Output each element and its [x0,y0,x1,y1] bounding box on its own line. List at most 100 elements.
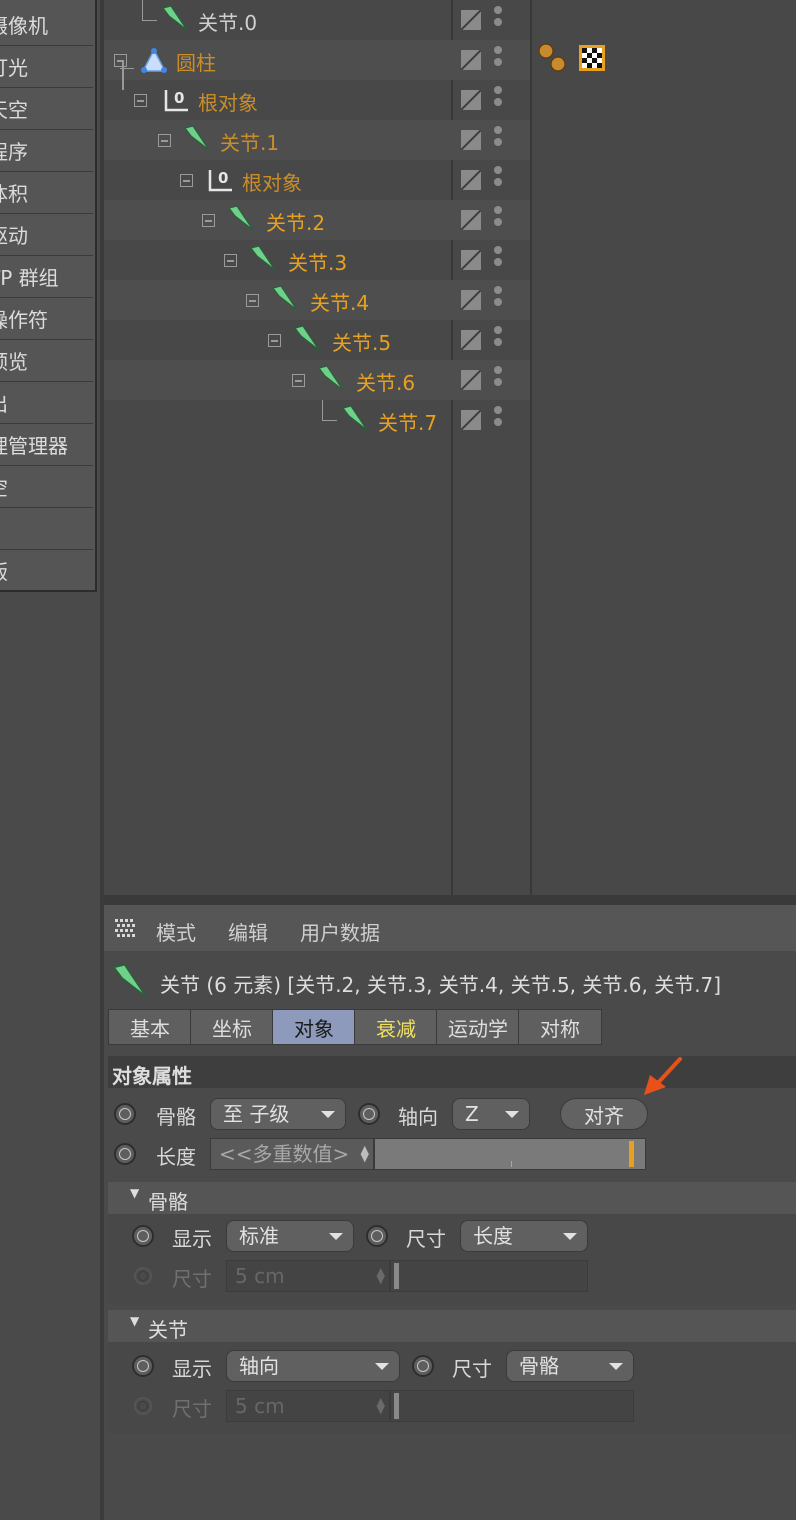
joint-icon [271,285,298,311]
bone-size-dropdown[interactable]: 长度 [460,1220,588,1252]
tree-item-label[interactable]: 关节.1 [220,127,279,156]
layer-toggle[interactable] [461,290,481,310]
animate-radio[interactable] [132,1225,154,1247]
menu-item-program[interactable]: 程序 [0,130,93,172]
layer-toggle[interactable] [461,410,481,430]
tree-item-label[interactable]: 根对象 [242,167,302,196]
menu-user-data[interactable]: 用户数据 [300,917,380,946]
layer-toggle[interactable] [461,210,481,230]
layer-toggle[interactable] [461,330,481,350]
collapse-toggle[interactable] [246,294,259,307]
menu-item-driver[interactable]: 驱动 [0,214,93,256]
collapse-toggle[interactable] [202,214,215,227]
tree-item-label[interactable]: 关节.3 [288,247,347,276]
visibility-dots-icon[interactable] [494,246,502,270]
menu-item-manager[interactable]: 理管理器 [0,424,93,466]
menu-item-label: 驱动 [0,224,28,248]
tree-item-label[interactable]: 关节.7 [378,407,437,436]
visibility-dots-icon[interactable] [494,166,502,190]
collapse-toggle[interactable] [158,134,171,147]
grid-handle-icon[interactable] [114,918,138,940]
menu-item-output[interactable]: 出 [0,382,93,424]
length-slider[interactable] [374,1138,646,1170]
menu-item-layout[interactable]: 版 [0,550,93,591]
visibility-dots-icon[interactable] [494,86,502,110]
tree-item-label[interactable]: 根对象 [198,87,258,116]
visibility-dots-icon[interactable] [494,286,502,310]
tree-item-label[interactable]: 关节.5 [332,327,391,356]
align-button[interactable]: 对齐 [560,1098,648,1130]
collapse-toggle[interactable] [114,54,127,67]
tree-item-label[interactable]: 关节.0 [198,7,257,36]
menu-edit[interactable]: 编辑 [228,917,268,946]
visibility-dots-icon[interactable] [494,366,502,390]
menu-item-empty[interactable]: 空 [0,466,93,508]
animate-radio[interactable] [114,1143,136,1165]
animate-radio[interactable] [412,1355,434,1377]
group-title: 关节 [148,1318,188,1342]
tree-item-label[interactable]: 圆柱 [176,47,216,76]
axis-dropdown[interactable]: Z [452,1098,530,1130]
bone-display-dropdown[interactable]: 标准 [226,1220,354,1252]
spinner-icon[interactable]: ▲ ▼ [361,1144,369,1163]
menu-item-preview[interactable]: 预览 [0,340,93,382]
group-bone-header[interactable]: ▼ 骨骼 [108,1182,796,1214]
tab-kinematics[interactable]: 运动学 [436,1009,520,1045]
layer-toggle[interactable] [461,130,481,150]
joint-size-dropdown[interactable]: 骨骼 [506,1350,634,1382]
column-divider [530,0,532,895]
collapse-toggle[interactable] [268,334,281,347]
tree-item-label[interactable]: 关节.4 [310,287,369,316]
menu-item-label: 摄像机 [0,14,48,38]
menu-item-camera[interactable]: 摄像机 [0,4,93,46]
layer-toggle[interactable] [461,250,481,270]
animate-radio[interactable] [366,1225,388,1247]
collapse-toggle[interactable] [134,94,147,107]
visibility-dots-icon[interactable] [494,126,502,150]
panel-separator[interactable] [104,895,796,905]
joint-size-slider [390,1390,634,1422]
menu-item-sky[interactable]: 天空 [0,88,93,130]
layer-toggle[interactable] [461,370,481,390]
visibility-dots-icon[interactable] [494,46,502,70]
tab-basic[interactable]: 基本 [108,1009,192,1045]
menu-item-blank[interactable] [0,508,93,550]
visibility-dots-icon[interactable] [494,326,502,350]
tree-item-label[interactable]: 关节.6 [356,367,415,396]
bone-dropdown[interactable]: 至 子级 [210,1098,346,1130]
menu-mode[interactable]: 模式 [156,917,196,946]
length-input[interactable]: <<多重数值> ▲ ▼ [210,1138,374,1170]
display-label: 显示 [172,1227,212,1251]
visibility-dots-icon[interactable] [494,406,502,430]
layer-toggle[interactable] [461,10,481,30]
tree-item-label[interactable]: 关节.2 [266,207,325,236]
animate-radio[interactable] [358,1103,380,1125]
tab-falloff[interactable]: 衰减 [354,1009,438,1045]
collapse-toggle[interactable] [224,254,237,267]
tab-symmetry[interactable]: 对称 [518,1009,602,1045]
group-joint-header[interactable]: ▼ 关节 [108,1310,796,1342]
visibility-dots-icon[interactable] [494,6,502,30]
menu-item-volume[interactable]: 体积 [0,172,93,214]
animate-radio[interactable] [132,1355,154,1377]
visibility-dots-icon[interactable] [494,206,502,230]
tree-connector [142,0,157,21]
layer-toggle[interactable] [461,90,481,110]
material-tag-icon[interactable] [578,44,606,72]
layer-toggle[interactable] [461,50,481,70]
menu-item-operator[interactable]: 操作符 [0,298,93,340]
menu-item-light[interactable]: 灯光 [0,46,93,88]
tab-object[interactable]: 对象 [272,1009,356,1045]
tab-coord[interactable]: 坐标 [190,1009,274,1045]
joint-display-dropdown[interactable]: 轴向 [226,1350,400,1382]
size-label-disabled: 尺寸 [172,1397,212,1421]
menu-item-tp-group[interactable]: TP 群组 [0,256,93,298]
animate-radio[interactable] [114,1103,136,1125]
phong-tag-icon[interactable] [536,42,570,74]
layer-toggle[interactable] [461,170,481,190]
attribute-manager: 模式 编辑 用户数据 关节 (6 元素) [关节.2, 关节.3, 关节.4, … [104,905,796,1520]
slider-knob[interactable] [629,1141,634,1167]
collapse-toggle[interactable] [180,174,193,187]
size-label-disabled: 尺寸 [172,1267,212,1291]
collapse-toggle[interactable] [292,374,305,387]
